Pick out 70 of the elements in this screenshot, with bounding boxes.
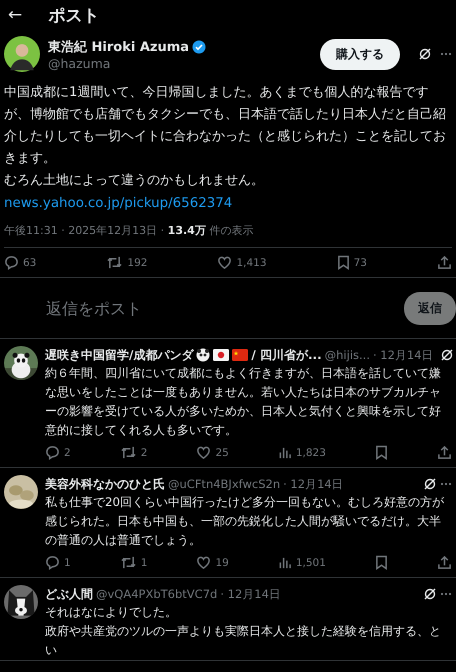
reply-text: 約６年間、四川省にいて成都にもよく行きますが、日本語を話していて嫌な思いをしたことは一度もありません。若い人たちは日本のサブカルチャーの影響を受けている人が多いためか、日本人と気付くと興味を示して好意的に接してくれる人も多いです。	[45, 365, 442, 439]
reply-button[interactable]: 1	[45, 555, 71, 570]
heart-icon	[217, 255, 232, 270]
views-button[interactable]: 1,823	[278, 446, 326, 459]
bookmark-icon	[374, 555, 388, 570]
bar-chart-icon	[278, 446, 292, 459]
repost-icon	[120, 445, 137, 460]
post-text: 中国成都に1週間いて、今日帰国しました。あくまでも個人的な報告ですが、博物館でも店舗でもタクシーでも、日本語で話したり日本人だと自己紹介したりしても一切ヘイトに合わなかった（と感じられた）ことを記しておきます。	[3, 84, 447, 168]
post-date: · 12月14日	[283, 476, 344, 492]
share-icon	[436, 555, 452, 570]
share-button[interactable]	[436, 445, 452, 460]
author-handle: @vQA4PXbT6btVC7d	[96, 587, 218, 601]
bookmark-button[interactable]: 73	[336, 255, 367, 270]
avatar	[4, 36, 40, 72]
bar-chart-icon	[278, 556, 292, 569]
views-button[interactable]: 1,501	[278, 556, 326, 569]
like-button[interactable]: 25	[196, 445, 229, 460]
slashed-circle-icon[interactable]	[423, 477, 437, 491]
repost-button[interactable]: 2	[120, 445, 148, 460]
more-icon[interactable]	[440, 482, 452, 486]
buy-button[interactable]: 購入する	[320, 38, 400, 70]
author-handle: @uCFtn4BJxfwcS2n	[168, 477, 280, 491]
slashed-circle-icon[interactable]	[418, 47, 432, 61]
heart-icon	[196, 445, 212, 460]
flag-icon	[213, 349, 230, 361]
repost-icon	[106, 255, 124, 270]
author-handle: @hijis...	[324, 348, 370, 362]
more-icon[interactable]	[440, 592, 452, 596]
reply-text: それはなによりでした。	[45, 604, 178, 621]
more-icon[interactable]	[440, 52, 452, 56]
repost-icon	[120, 555, 137, 570]
author-handle: @hazuma	[48, 56, 112, 70]
reply-icon	[4, 255, 19, 270]
repost-button[interactable]: 192	[106, 255, 148, 270]
post-date: · 12月14日	[372, 348, 434, 362]
heart-icon	[196, 555, 212, 570]
bookmark-icon	[336, 255, 350, 270]
author-name[interactable]: 美容外科なかのひと氏	[45, 476, 165, 492]
share-button[interactable]	[436, 255, 452, 270]
reply-input-field[interactable]: 返信をポスト 返信	[0, 278, 456, 339]
flag-icon	[232, 349, 248, 361]
post-meta: 午後11:31 · 2025年12月13日 · 13.4万 件の表示	[4, 223, 452, 248]
reply-button[interactable]: 2	[45, 445, 71, 460]
like-button[interactable]: 19	[196, 555, 229, 570]
author-name[interactable]: 遅咲き中国留学/成都パンダ	[45, 346, 194, 364]
bookmark-icon	[374, 445, 388, 460]
repost-button[interactable]: 1	[120, 555, 148, 570]
post-date: · 12月14日	[220, 586, 281, 602]
author-name[interactable]: / 四川省が...	[251, 346, 322, 364]
author-name[interactable]: 東浩紀 Hiroki Azuma	[48, 38, 190, 56]
like-button[interactable]: 1,413	[217, 255, 267, 270]
author-name[interactable]: どぶ人間	[45, 586, 93, 602]
post-text: むろん土地によって違うのかもしれません。	[3, 172, 265, 190]
slashed-circle-icon[interactable]	[423, 587, 437, 601]
share-icon	[436, 255, 452, 270]
share-icon	[436, 445, 452, 460]
panda-icon	[196, 348, 210, 362]
reply-text: 私も仕事で20回くらい中国行ったけど多分一回もない。むしろ好意の方が感じられた。日本も中国も、一部の先鋭化した人間が騒いでるだけ。大半の普通の人は普通でしょう。	[45, 494, 446, 549]
back-button[interactable]: ←	[8, 5, 22, 25]
reply-icon	[45, 445, 60, 460]
page-title: ポスト	[48, 4, 100, 26]
bookmark-button[interactable]	[374, 555, 388, 570]
reply-icon	[45, 555, 60, 570]
article-link[interactable]: news.yahoo.co.jp/pickup/6562374	[4, 193, 232, 215]
bookmark-button[interactable]	[374, 445, 388, 460]
reply-text: 政府や共産党のツルの一声よりも実際日本人と接した経験を信用する、とい	[45, 623, 442, 659]
share-button[interactable]	[436, 555, 452, 570]
reply-button[interactable]: 返信	[404, 292, 456, 324]
slashed-circle-icon[interactable]	[440, 348, 454, 362]
reply-button[interactable]: 63	[4, 255, 36, 270]
